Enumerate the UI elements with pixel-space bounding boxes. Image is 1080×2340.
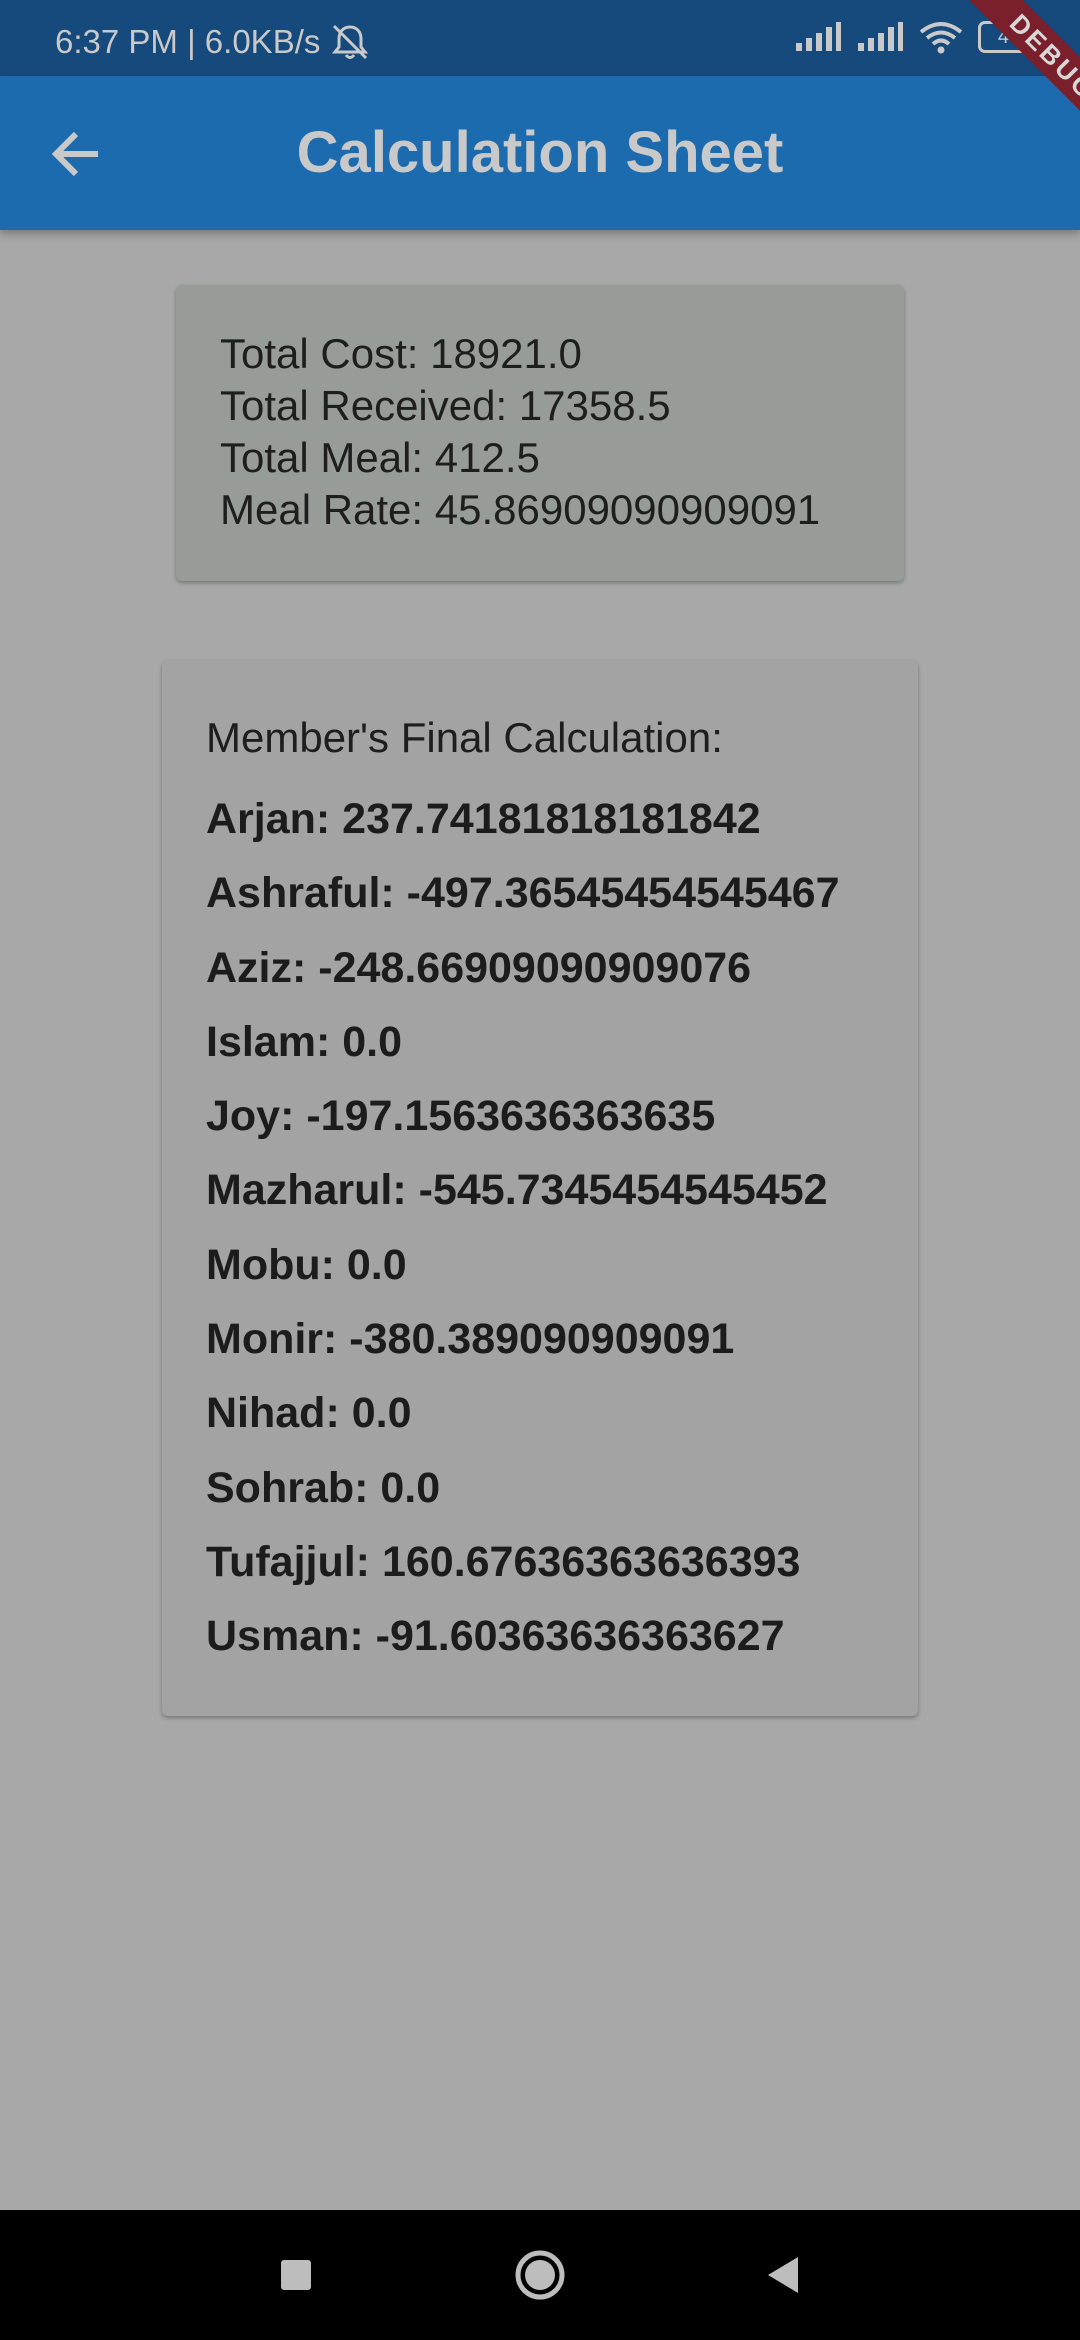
battery-level: 44 xyxy=(997,26,1021,48)
home-icon xyxy=(515,2250,565,2300)
member-row: Nihad: 0.0 xyxy=(206,1389,412,1438)
status-left: 6:37 PM | 6.0KB/s xyxy=(55,22,372,62)
mute-notifications-icon xyxy=(328,22,372,62)
member-row: Monir: -380.389090909091 xyxy=(206,1315,735,1364)
status-right: 44 xyxy=(794,20,1046,54)
member-row: Usman: -91.60363636363627 xyxy=(206,1612,785,1661)
battery-icon: 44 xyxy=(978,21,1046,53)
home-button[interactable] xyxy=(500,2240,580,2310)
recents-icon xyxy=(281,2260,311,2290)
status-time-speed: 6:37 PM | 6.0KB/s xyxy=(55,23,321,60)
summary-card: Total Cost: 18921.0 Total Received: 1735… xyxy=(176,285,904,581)
back-nav-button[interactable] xyxy=(742,2240,822,2310)
signal-icon xyxy=(794,21,842,53)
members-card: Member's Final Calculation: Arjan: 237.7… xyxy=(162,660,918,1716)
status-bar: 6:37 PM | 6.0KB/s 44 xyxy=(0,0,1080,76)
navigation-bar xyxy=(0,2210,1080,2340)
signal-icon xyxy=(856,21,904,53)
members-heading: Member's Final Calculation: xyxy=(206,714,723,761)
app-bar: Calculation Sheet xyxy=(0,76,1080,230)
meal-rate-text: Meal Rate: 45.86909090909091 xyxy=(220,486,821,533)
wifi-icon xyxy=(918,20,964,54)
total-received-text: Total Received: 17358.5 xyxy=(220,382,671,429)
member-row: Arjan: 237.74181818181842 xyxy=(206,795,761,843)
member-row: Aziz: -248.66909090909076 xyxy=(206,943,752,992)
member-row: Mobu: 0.0 xyxy=(206,1240,407,1289)
member-row: Mazharul: -545.7345454545452 xyxy=(206,1166,828,1215)
recents-button[interactable] xyxy=(256,2240,336,2310)
member-row: Sohrab: 0.0 xyxy=(206,1463,441,1512)
member-row: Joy: -197.1563636363635 xyxy=(206,1092,716,1141)
total-meal-text: Total Meal: 412.5 xyxy=(220,434,540,481)
member-row: Tufajjul: 160.67636363636393 xyxy=(206,1537,801,1586)
member-row: Islam: 0.0 xyxy=(206,1017,402,1066)
total-cost-text: Total Cost: 18921.0 xyxy=(220,330,582,377)
back-icon xyxy=(768,2257,798,2293)
page-title: Calculation Sheet xyxy=(296,120,784,185)
member-row: Ashraful: -497.36545454545467 xyxy=(206,869,840,918)
